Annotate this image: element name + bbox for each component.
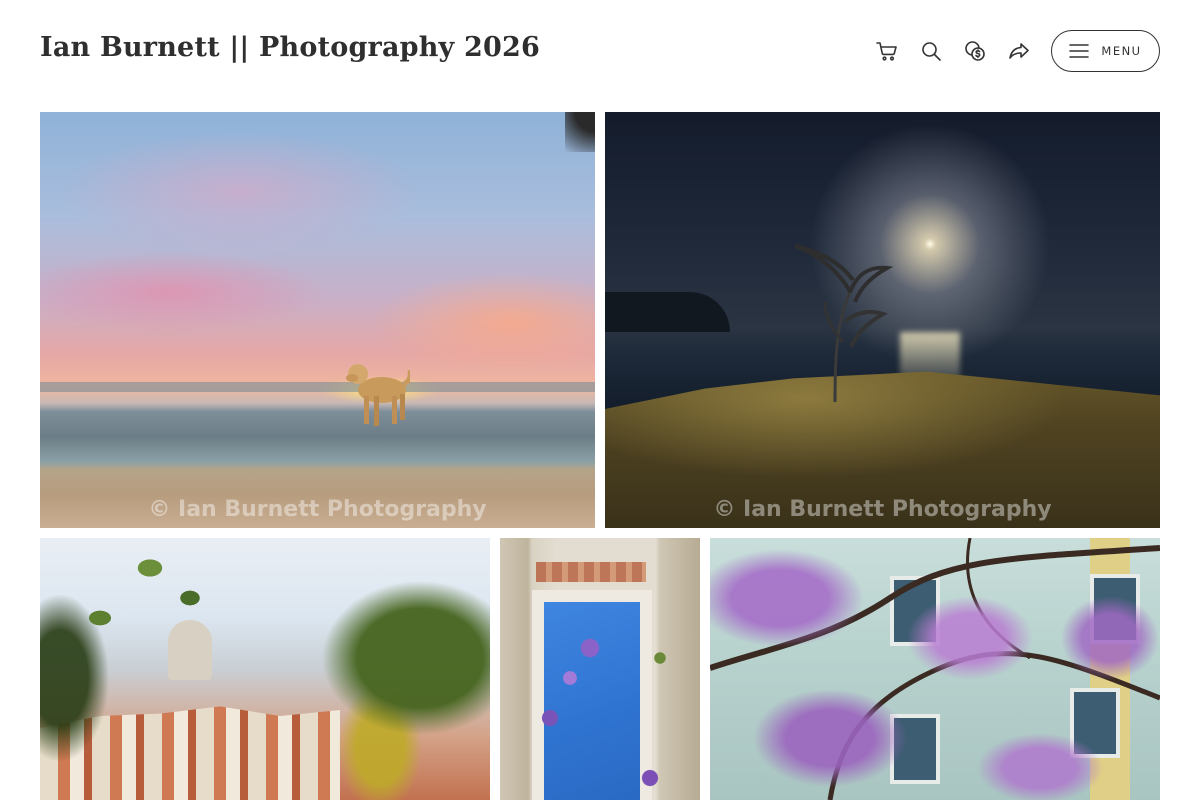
- photo-headland: [605, 292, 730, 332]
- jacaranda-blossoms: [710, 538, 1160, 800]
- gallery-photo-moonlit-sea[interactable]: © Ian Burnett Photography: [605, 112, 1160, 528]
- dog-figure: [346, 364, 410, 426]
- search-button[interactable]: [909, 30, 953, 72]
- search-icon: [922, 42, 941, 61]
- currency-button[interactable]: [953, 30, 997, 72]
- photo-watermark: © Ian Burnett Photography: [713, 497, 1052, 522]
- cart-button[interactable]: [865, 30, 909, 72]
- menu-label: MENU: [1101, 44, 1142, 58]
- site-title[interactable]: Ian Burnett || Photography 2026: [40, 32, 540, 63]
- header-toolbar: MENU: [865, 30, 1160, 72]
- gallery-photo-jacaranda-building[interactable]: [710, 538, 1160, 800]
- gallery-photo-lisbon-rooftops[interactable]: [40, 538, 490, 800]
- hamburger-icon: [1069, 44, 1090, 58]
- photo-dark-corner: [565, 112, 595, 152]
- sculpture-figure: [795, 244, 894, 402]
- jacaranda-blossoms: [500, 538, 700, 800]
- cart-icon: [876, 42, 897, 61]
- currency-icon: [965, 41, 985, 61]
- photo-watermark: © Ian Burnett Photography: [148, 497, 487, 522]
- menu-button[interactable]: MENU: [1051, 30, 1160, 72]
- photo-shoreline: [40, 382, 595, 392]
- site-header: Ian Burnett || Photography 2026 MENU: [0, 0, 1200, 100]
- share-icon: [1009, 43, 1029, 59]
- gallery-photo-dog-beach[interactable]: © Ian Burnett Photography: [40, 112, 595, 528]
- foreground-leaves: [40, 538, 490, 800]
- gallery-photo-window-jacaranda[interactable]: [500, 538, 700, 800]
- share-button[interactable]: [997, 30, 1041, 72]
